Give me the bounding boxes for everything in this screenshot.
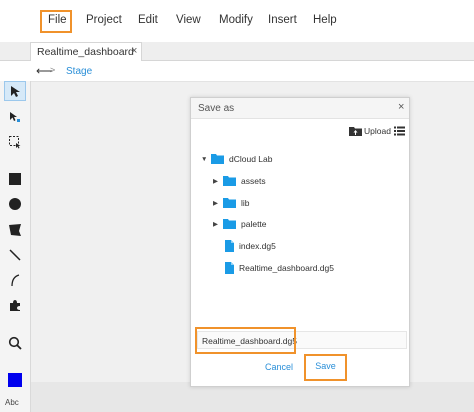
- tab-close-icon[interactable]: ×: [131, 45, 137, 57]
- line-icon: [9, 249, 21, 261]
- text-tool-label[interactable]: Abc: [5, 398, 19, 407]
- shape-tool[interactable]: [4, 295, 26, 315]
- zoom-tool[interactable]: [4, 333, 26, 353]
- cancel-button[interactable]: Cancel: [261, 359, 297, 375]
- tree-item-label: index.dg5: [239, 241, 276, 251]
- marquee-tool[interactable]: [4, 132, 26, 152]
- direct-select-tool[interactable]: [4, 107, 26, 127]
- line-tool[interactable]: [4, 245, 26, 265]
- upload-button[interactable]: Upload: [349, 126, 391, 136]
- menu-edit[interactable]: Edit: [138, 14, 158, 26]
- direct-select-icon: [10, 112, 20, 122]
- upload-folder-icon: [349, 127, 362, 136]
- menu-modify[interactable]: Modify: [219, 14, 253, 26]
- caret-right-icon[interactable]: ▶: [213, 177, 223, 185]
- folder-icon: [211, 154, 224, 164]
- puzzle-icon: [10, 300, 20, 311]
- file-icon: [225, 240, 234, 252]
- ellipse-tool[interactable]: [4, 194, 26, 214]
- ellipse-icon: [9, 198, 21, 210]
- tree-item-index-dg5[interactable]: index.dg5: [225, 238, 276, 254]
- tab-realtime-dashboard[interactable]: Realtime_dashboard ×: [30, 42, 142, 61]
- curve-icon: [11, 274, 20, 287]
- tree-item-dcloud-lab[interactable]: ▼ dCloud Lab: [201, 151, 272, 167]
- tree-item-label: lib: [241, 198, 250, 208]
- polygon-tool[interactable]: [4, 220, 26, 240]
- list-view-button[interactable]: [394, 126, 405, 139]
- tree-item-lib[interactable]: ▶ lib: [213, 195, 250, 211]
- menu-project[interactable]: Project: [86, 14, 122, 26]
- select-tool[interactable]: [4, 81, 26, 101]
- filename-highlight: [195, 327, 296, 354]
- magnifier-icon: [8, 336, 22, 350]
- folder-icon: [223, 176, 236, 186]
- tree-item-assets[interactable]: ▶ assets: [213, 173, 266, 189]
- forward-arrow-icon[interactable]: >: [50, 65, 55, 75]
- curve-tool[interactable]: [4, 270, 26, 290]
- close-icon[interactable]: ×: [398, 101, 404, 113]
- menu-insert[interactable]: Insert: [268, 14, 297, 26]
- pointer-icon: [11, 85, 20, 97]
- tab-label: Realtime_dashboard: [37, 46, 134, 58]
- folder-icon: [223, 198, 236, 208]
- marquee-select-icon: [9, 136, 21, 149]
- folder-icon: [223, 219, 236, 229]
- file-icon: [225, 262, 234, 274]
- tree-item-realtime-dashboard-dg5[interactable]: Realtime_dashboard.dg5: [225, 260, 334, 276]
- tree-item-label: Realtime_dashboard.dg5: [239, 263, 334, 273]
- tree-item-label: palette: [241, 219, 267, 229]
- dialog-header: Save as ×: [191, 98, 409, 119]
- caret-right-icon[interactable]: ▶: [213, 199, 223, 207]
- dialog-title: Save as: [198, 103, 235, 114]
- tree-item-palette[interactable]: ▶ palette: [213, 216, 267, 232]
- breadcrumb-stage-link[interactable]: Stage: [66, 66, 92, 77]
- caret-down-icon[interactable]: ▼: [201, 156, 211, 163]
- fill-color-swatch[interactable]: [4, 370, 26, 390]
- list-view-icon: [394, 126, 405, 136]
- save-button[interactable]: Save: [308, 358, 343, 375]
- rectangle-icon: [9, 173, 21, 185]
- left-toolbar: [0, 81, 31, 412]
- file-menu-highlight: [40, 10, 72, 33]
- menu-view[interactable]: View: [176, 14, 201, 26]
- menu-bar: File Project Edit View Modify Insert Hel…: [0, 0, 474, 43]
- save-as-dialog: Save as × Upload ▼ dCloud Lab ▶ assets ▶…: [190, 97, 410, 387]
- rectangle-tool[interactable]: [4, 169, 26, 189]
- tree-item-label: dCloud Lab: [229, 154, 273, 164]
- tree-item-label: assets: [241, 176, 266, 186]
- upload-label: Upload: [364, 126, 391, 136]
- polygon-icon: [9, 224, 21, 236]
- caret-right-icon[interactable]: ▶: [213, 220, 223, 228]
- fill-color-icon: [8, 373, 22, 387]
- breadcrumb: ⟵ > Stage: [30, 61, 474, 82]
- menu-help[interactable]: Help: [313, 14, 337, 26]
